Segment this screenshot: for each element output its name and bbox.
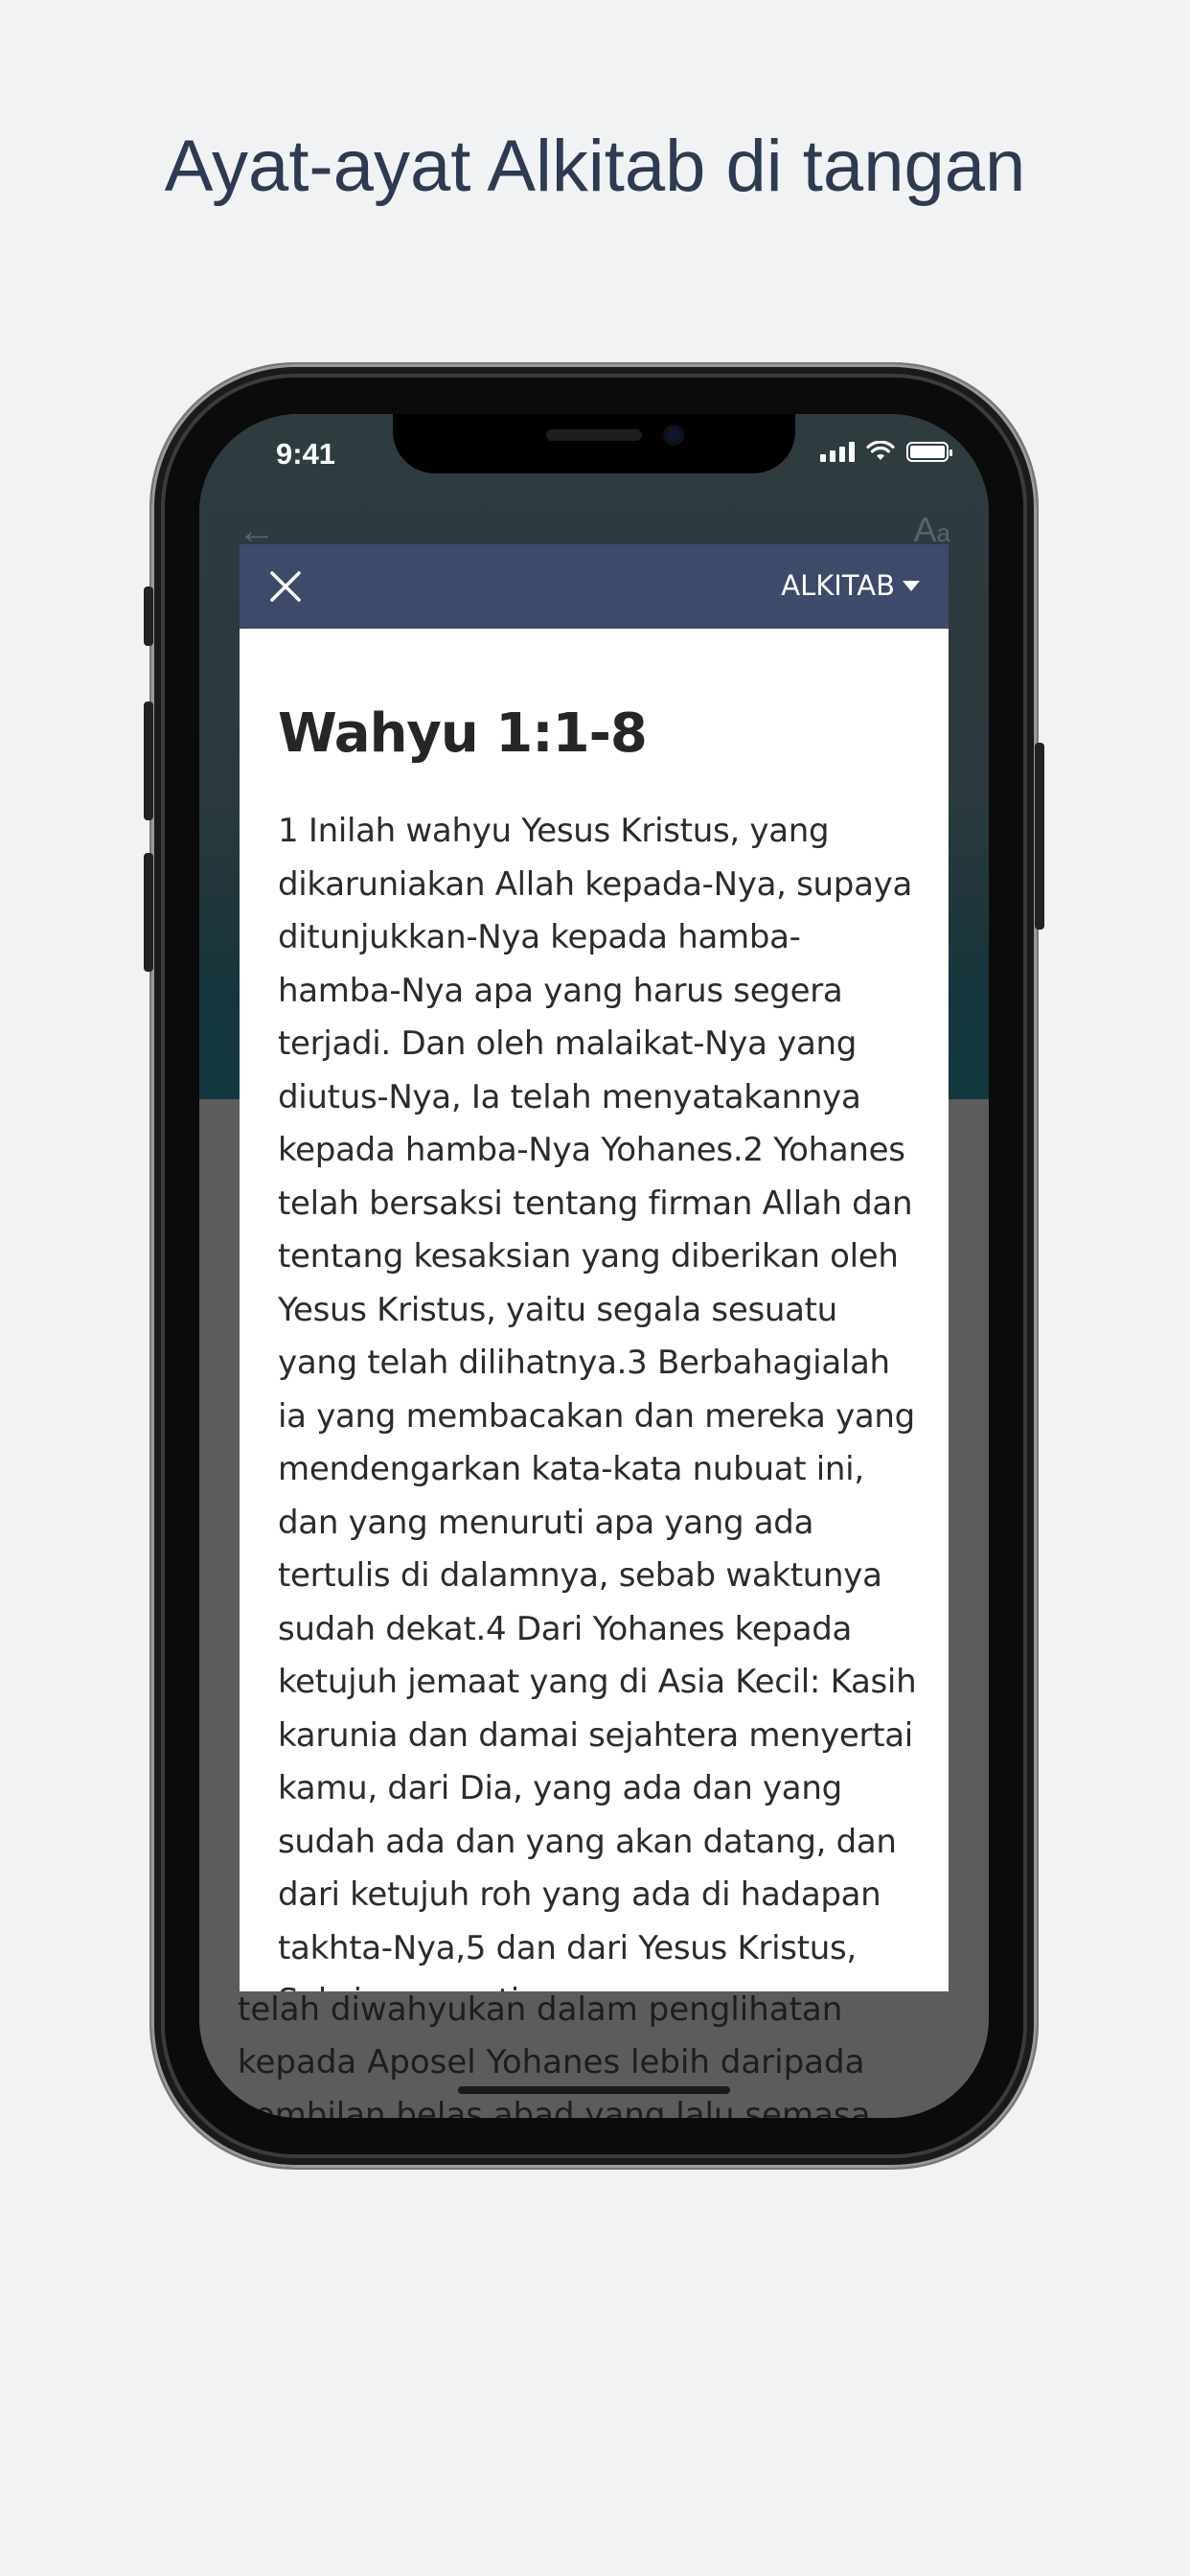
status-time: 9:41 bbox=[276, 437, 336, 471]
version-selector-button[interactable]: ALKITAB bbox=[781, 569, 920, 602]
background-reading-text: telah diwahyukan dalam penglihatan kepad… bbox=[238, 1990, 871, 2118]
passage-title: Wahyu 1:1-8 bbox=[278, 702, 648, 765]
phone-screen: ← Aa telah diwahyukan dalam penglihatan … bbox=[199, 414, 989, 2118]
version-label: ALKITAB bbox=[781, 569, 895, 602]
caret-down-icon bbox=[903, 580, 920, 591]
status-icons bbox=[820, 441, 952, 462]
front-camera bbox=[663, 425, 684, 446]
signal-icon bbox=[820, 441, 855, 462]
power-button bbox=[1035, 743, 1044, 930]
close-icon[interactable] bbox=[266, 567, 305, 606]
passage-modal: ALKITAB Wahyu 1:1-8 1 Inilah wahyu Yesus… bbox=[240, 544, 949, 1991]
page-headline: Ayat-ayat Alkitab di tangan bbox=[164, 126, 1026, 207]
modal-header: ALKITAB bbox=[240, 544, 949, 629]
wifi-icon bbox=[866, 441, 895, 460]
notch bbox=[393, 414, 795, 473]
speaker bbox=[546, 429, 642, 441]
battery-icon bbox=[906, 441, 952, 462]
phone-frame: ← Aa telah diwahyukan dalam penglihatan … bbox=[144, 364, 1044, 2168]
volume-down-button bbox=[144, 853, 153, 972]
passage-text: 1 Inilah wahyu Yesus Kristus, yang dikar… bbox=[278, 812, 917, 1991]
home-indicator[interactable] bbox=[458, 2086, 730, 2094]
mute-switch bbox=[144, 586, 153, 646]
volume-up-button bbox=[144, 702, 153, 820]
